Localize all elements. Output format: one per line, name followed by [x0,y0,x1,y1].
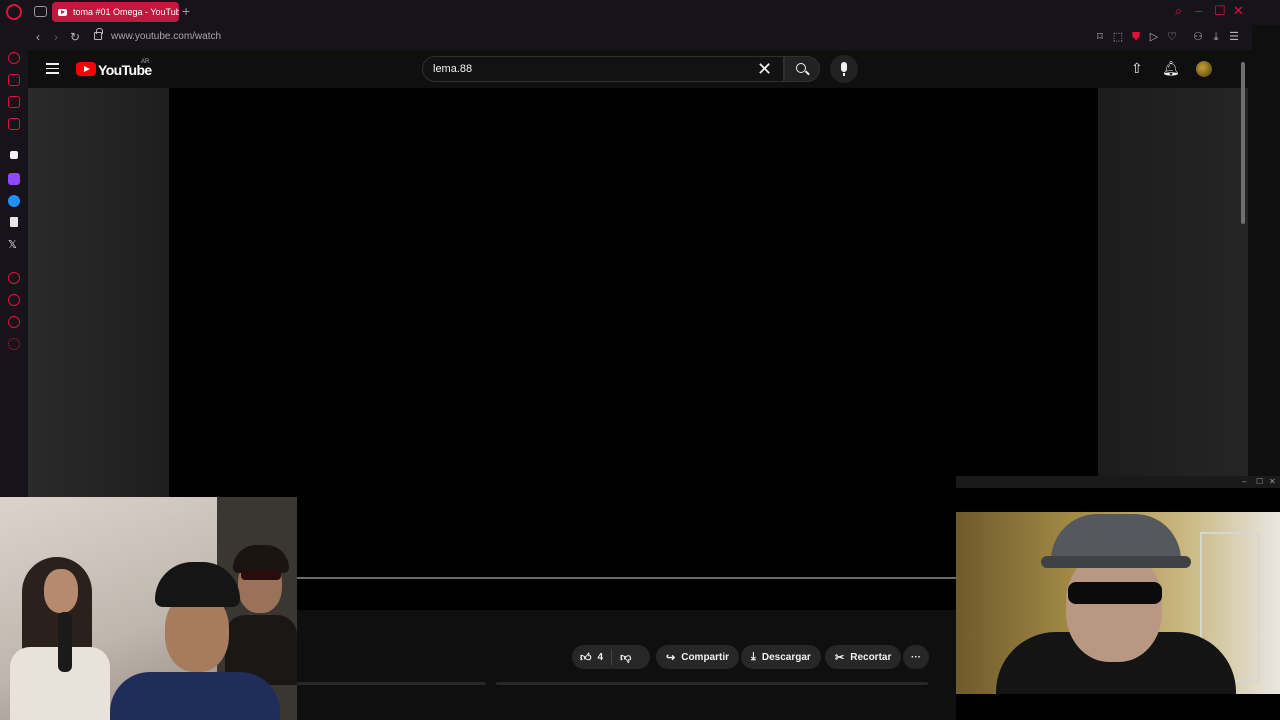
search-icon [796,63,806,73]
reload-icon[interactable]: ↻ [70,30,80,44]
microphone-prop [58,612,72,672]
page-scrollbar[interactable] [1241,62,1245,224]
close-icon[interactable]: ✕ [1233,4,1244,18]
lock-icon [94,28,103,40]
bookmark-icon[interactable]: ⌑ [1094,31,1106,43]
webcam-overlay-left [0,497,297,720]
microphone-icon [841,62,847,76]
twitch-icon[interactable] [8,173,20,185]
divider [611,649,613,665]
wallet-icon[interactable] [8,96,20,108]
menu-icon[interactable] [46,63,59,74]
sunglasses [241,570,281,580]
player-sidebar-icon[interactable] [8,272,20,284]
download-button[interactable]: ⤓ Descargar [741,645,821,669]
youtube-favicon-icon [58,8,67,16]
person-face [1066,552,1162,662]
back-icon[interactable]: ‹ [36,30,40,44]
download-manager-icon[interactable]: ⤓ [1210,31,1222,43]
vpn-icon[interactable]: ⚇ [1192,31,1204,43]
settings-icon[interactable] [8,338,20,350]
workspaces-icon[interactable] [34,6,47,17]
browser-tab-strip: toma #01 Omega - YouTub + ⌕ – ☐ ✕ [0,0,1280,25]
bell-icon[interactable]: 🔔︎ [1162,60,1180,76]
webcam-overlay-right: – ☐ ✕ [956,476,1280,720]
opera-menu-icon[interactable] [6,4,22,20]
scissors-icon: ✂ [835,651,845,664]
messenger-icon[interactable] [8,195,20,207]
player-icon[interactable]: ▷ [1148,31,1160,43]
search-box[interactable]: lema.88 ✕ [422,56,784,82]
clip-label: Recortar [850,651,892,663]
aria-icon[interactable] [8,52,20,64]
upload-icon[interactable]: ⇧ [1131,60,1143,76]
share-icon: ↪ [666,651,676,664]
dislike-icon[interactable]: 👎︎ [620,651,631,664]
youtube-logo-icon[interactable] [76,62,96,76]
cap-brim [1041,556,1191,568]
person-face [44,569,78,613]
youtube-header: YouTube AR lema.88 ✕ ⇧ 🔔︎ [28,50,1252,88]
ambient-glow-right [1098,88,1248,478]
history-icon[interactable] [8,294,20,306]
adblock-shield-icon[interactable]: ⛊ [1130,31,1142,43]
download-icon: ⤓ [751,650,756,663]
url-field[interactable]: www.youtube.com/watch [111,31,221,42]
easy-setup-icon[interactable]: ☰ [1228,31,1240,43]
search-button[interactable] [784,56,820,82]
tiktok-icon[interactable] [10,217,18,227]
address-bar: ‹ › ↻ www.youtube.com/watch ⌑ ⬚ ⛊ ▷ ♡ ⚇ … [28,25,1252,50]
crypto-icon[interactable] [8,118,20,130]
x-twitter-icon[interactable]: 𝕏 [8,239,20,251]
search-tabs-icon[interactable]: ⌕ [1175,4,1182,18]
like-count[interactable]: 4 [598,652,604,663]
maximize-icon[interactable]: ☐ [1256,476,1263,488]
shopping-icon[interactable] [8,74,20,86]
close-icon[interactable]: ✕ [1269,476,1276,488]
search-input[interactable]: lema.88 [433,63,472,75]
cam-window-titlebar: – ☐ ✕ [956,476,1280,488]
description-placeholder [496,682,928,685]
clip-button[interactable]: ✂ Recortar [825,645,902,669]
chat-icon[interactable] [8,316,20,328]
aria-sidebar-icon[interactable] [10,151,18,159]
video-progress-bar[interactable] [296,577,956,579]
new-tab-button[interactable]: + [182,4,190,18]
description-placeholder [296,682,486,685]
minimize-icon[interactable]: – [1242,476,1246,488]
forward-icon[interactable]: › [54,30,58,44]
like-dislike-group: 👍︎ 4 👎︎ [572,645,650,669]
download-label: Descargar [761,651,811,663]
more-icon: ··· [911,651,921,663]
share-label: Compartir [681,651,730,663]
avatar[interactable] [1196,61,1212,77]
country-code: AR [141,59,150,65]
browser-tab-active[interactable]: toma #01 Omega - YouTub [52,2,179,22]
sunglasses [1068,582,1162,604]
like-icon[interactable]: 👍︎ [580,651,592,664]
cam-video [956,512,1280,694]
clear-search-icon[interactable]: ✕ [757,60,772,78]
person-body [110,672,280,720]
minimize-icon[interactable]: – [1195,4,1202,18]
voice-search-button[interactable] [830,55,858,83]
maximize-icon[interactable]: ☐ [1214,4,1226,18]
ambient-glow-left [28,88,169,498]
tab-title: toma #01 Omega - YouTub [73,7,179,17]
snapshot-icon[interactable]: ⬚ [1112,31,1124,43]
heart-icon[interactable]: ♡ [1166,31,1178,43]
more-actions-button[interactable]: ··· [903,645,929,669]
share-button[interactable]: ↪ Compartir [656,645,740,669]
screen: toma #01 Omega - YouTub + ⌕ – ☐ ✕ ‹ › ↻ … [0,0,1280,720]
